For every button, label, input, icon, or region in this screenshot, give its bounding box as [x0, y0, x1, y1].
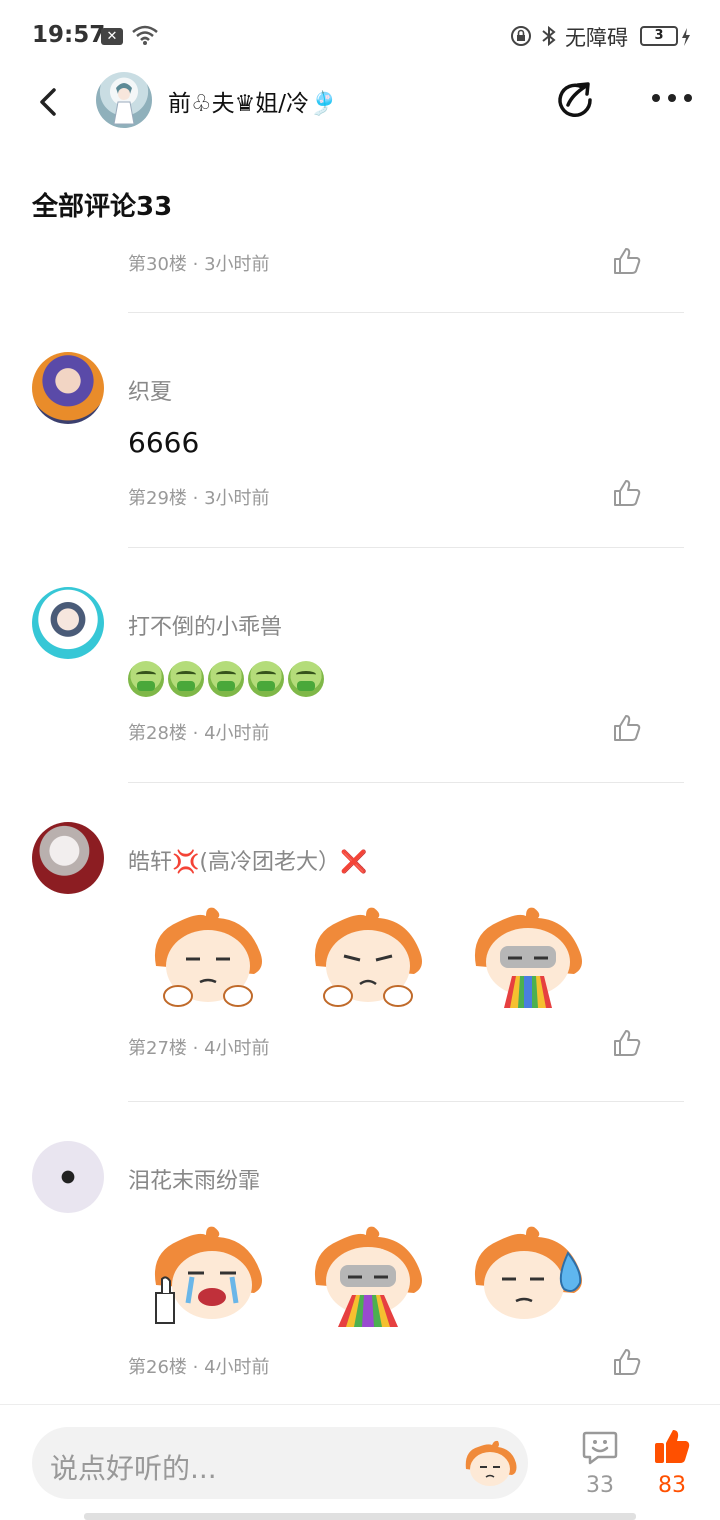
like-icon[interactable] — [612, 1028, 642, 1058]
avatar[interactable] — [32, 1141, 104, 1213]
sticker-picker-icon[interactable] — [462, 1439, 518, 1489]
bluetooth-icon — [542, 25, 556, 47]
comment-meta: 第27楼 · 4小时前 — [128, 1038, 270, 1059]
like-icon[interactable] — [612, 478, 642, 508]
divider — [128, 547, 684, 548]
thumbs-up-icon — [655, 1430, 690, 1463]
rainbow-vomit-sticker[interactable] — [468, 904, 588, 1014]
comment-placeholder: 说点好听的... — [50, 1452, 217, 1485]
comment-author[interactable]: 皓轩💢(高冷团老大）❌ — [128, 844, 367, 876]
avatar[interactable] — [32, 587, 104, 659]
like-icon[interactable] — [612, 713, 642, 743]
status-time: 19:57 — [32, 22, 106, 48]
comment-count: 33 — [586, 1473, 614, 1498]
like-icon[interactable] — [612, 1347, 642, 1377]
status-bar: 19:57 ✕ 无障碍 3 — [0, 0, 720, 72]
comment-item[interactable]: 泪花末雨纷霏 第26楼 · 4小时前 — [0, 1141, 720, 1404]
sweat-drop-sticker[interactable] — [468, 1223, 588, 1333]
divider — [128, 782, 684, 783]
charging-icon — [682, 28, 690, 46]
avatar-figure-icon — [113, 83, 135, 125]
unimpressed-sticker[interactable] — [148, 904, 268, 1014]
comment-input[interactable]: 说点好听的... — [32, 1427, 528, 1499]
comment-text: 6666 — [128, 426, 200, 459]
nauseated-face-icon — [248, 661, 284, 697]
comment-icon — [582, 1431, 618, 1465]
like-button[interactable]: 83 — [648, 1427, 696, 1507]
comment-author[interactable]: 打不倒的小乖兽 — [128, 609, 282, 641]
section-title: 全部评论33 — [32, 192, 173, 222]
divider — [128, 312, 684, 313]
nauseated-face-icon — [168, 661, 204, 697]
comment-meta: 第30楼 · 3小时前 — [128, 254, 270, 275]
avatar[interactable] — [32, 822, 104, 894]
share-icon[interactable] — [554, 78, 598, 122]
crying-thumbs-up-sticker[interactable] — [148, 1223, 268, 1333]
comment-meta: 第26楼 · 4小时前 — [128, 1357, 270, 1378]
pouting-sticker[interactable] — [308, 904, 428, 1014]
home-indicator — [84, 1513, 636, 1520]
nauseated-face-icon — [288, 661, 324, 697]
rotation-lock-icon — [511, 26, 531, 46]
comment-emoji — [128, 661, 324, 697]
avatar[interactable] — [32, 352, 104, 424]
battery-icon: 3 — [640, 26, 678, 46]
nauseated-face-icon — [208, 661, 244, 697]
like-count: 83 — [658, 1473, 686, 1498]
header: 前♧夫♛姐/冷🎐 — [0, 72, 720, 132]
nauseated-face-icon — [128, 661, 164, 697]
bottom-bar: 说点好听的... 33 83 — [0, 1404, 720, 1520]
avatar[interactable] — [96, 72, 152, 128]
back-button[interactable] — [30, 80, 66, 124]
rainbow-vomit-sticker[interactable] — [308, 1223, 428, 1333]
no-sim-icon: ✕ — [101, 28, 123, 45]
page-title: 前♧夫♛姐/冷🎐 — [168, 91, 338, 117]
sticker-row — [148, 904, 588, 1014]
wifi-icon — [132, 25, 158, 45]
sticker-row — [148, 1223, 588, 1333]
more-button[interactable] — [648, 86, 696, 110]
comment-author[interactable]: 织夏 — [128, 374, 172, 406]
like-icon[interactable] — [612, 246, 642, 276]
comment-item[interactable]: 织夏 6666 第29楼 · 3小时前 — [0, 352, 720, 552]
comment-count-button[interactable]: 33 — [580, 1427, 620, 1507]
comment-list[interactable]: 第30楼 · 3小时前 织夏 6666 第29楼 · 3小时前 打不倒的小乖兽 … — [0, 232, 720, 1404]
accessibility-label: 无障碍 — [565, 26, 628, 50]
comment-meta: 第29楼 · 3小时前 — [128, 488, 270, 509]
comment-author[interactable]: 泪花末雨纷霏 — [128, 1163, 260, 1195]
comment-item[interactable]: 皓轩💢(高冷团老大）❌ 第27楼 · 4小时前 — [0, 822, 720, 1102]
more-icon — [652, 94, 660, 102]
divider — [128, 1101, 684, 1102]
comment-item[interactable]: 打不倒的小乖兽 第28楼 · 4小时前 — [0, 587, 720, 787]
comment-meta: 第28楼 · 4小时前 — [128, 723, 270, 744]
